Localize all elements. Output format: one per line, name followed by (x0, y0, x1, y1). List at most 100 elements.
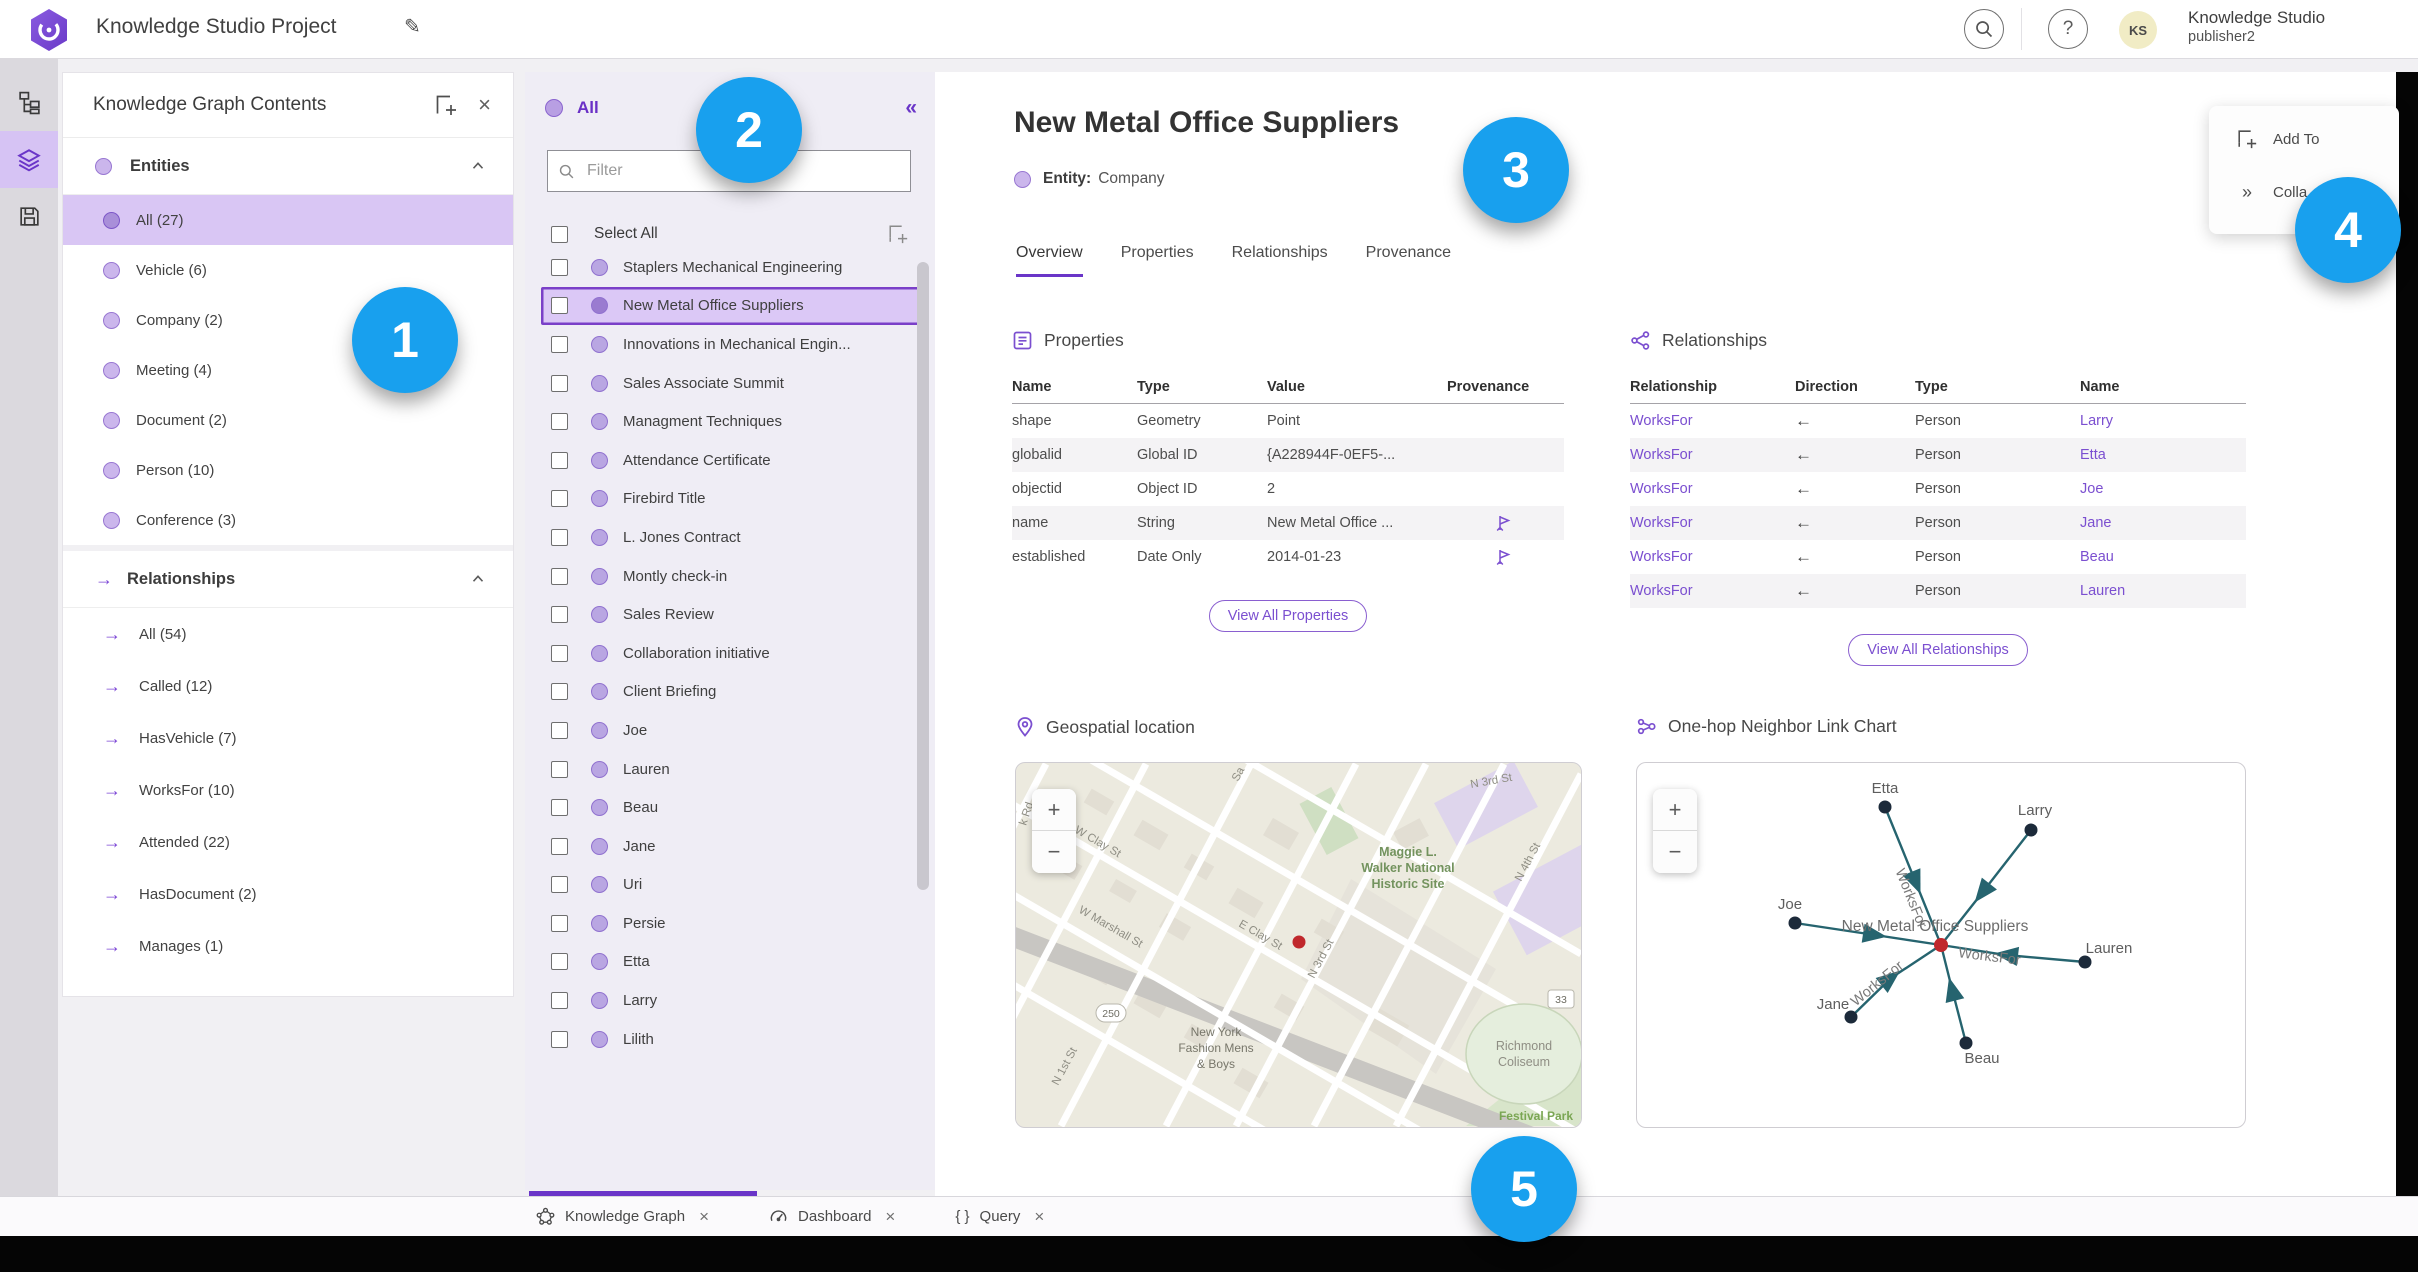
item-checkbox[interactable] (551, 914, 568, 932)
item-checkbox[interactable] (551, 1030, 568, 1048)
list-item[interactable]: Lauren (525, 750, 935, 789)
relationships-item-manages[interactable]: → Manages (1) (63, 920, 513, 972)
list-item[interactable]: Beau (525, 788, 935, 827)
item-checkbox[interactable] (551, 683, 568, 701)
relationships-item-hasdocument[interactable]: → HasDocument (2) (63, 868, 513, 920)
collapse-panel-icon[interactable]: « (905, 96, 917, 120)
close-tab-icon[interactable]: × (699, 1207, 709, 1227)
tab-overview[interactable]: Overview (1016, 244, 1083, 277)
chevron-up-icon[interactable] (469, 570, 487, 588)
relationships-item-hasvehicle[interactable]: → HasVehicle (7) (63, 712, 513, 764)
node-joe[interactable] (1788, 916, 1802, 930)
entity-link[interactable]: Joe (2080, 481, 2246, 497)
entity-link[interactable]: Lauren (2080, 583, 2246, 599)
tab-query[interactable]: { } Query × (955, 1207, 1044, 1227)
account-info[interactable]: Knowledge Studio publisher2 (2188, 7, 2325, 46)
tab-knowledge-graph[interactable]: Knowledge Graph × (536, 1207, 709, 1227)
list-item[interactable]: Uri (525, 866, 935, 905)
entity-link[interactable]: Jane (2080, 515, 2246, 531)
entity-link[interactable]: Etta (2080, 447, 2246, 463)
provenance-flag-icon[interactable] (1447, 514, 1564, 532)
entities-section-header[interactable]: Entities (63, 138, 513, 195)
list-item[interactable]: Lilith (525, 1020, 935, 1059)
tab-provenance[interactable]: Provenance (1366, 244, 1451, 277)
list-item[interactable]: Persie (525, 904, 935, 943)
relationships-item-worksfor[interactable]: → WorksFor (10) (63, 764, 513, 816)
item-checkbox[interactable] (551, 760, 568, 778)
item-checkbox[interactable] (551, 335, 568, 353)
relationships-item-called[interactable]: → Called (12) (63, 660, 513, 712)
relationships-item-all[interactable]: → All (54) (63, 608, 513, 660)
list-item-selected[interactable]: New Metal Office Suppliers (541, 286, 923, 326)
close-tab-icon[interactable]: × (885, 1207, 895, 1227)
relationship-link[interactable]: WorksFor (1630, 583, 1795, 599)
zoom-out-button[interactable]: − (1032, 831, 1076, 873)
node-beau[interactable] (1959, 1036, 1973, 1050)
relationship-link[interactable]: WorksFor (1630, 515, 1795, 531)
zoom-out-button[interactable]: − (1653, 831, 1697, 873)
search-button[interactable] (1964, 9, 2004, 49)
zoom-in-button[interactable]: + (1032, 789, 1076, 831)
list-item[interactable]: L. Jones Contract (525, 518, 935, 557)
relationship-link[interactable]: WorksFor (1630, 413, 1795, 429)
list-scrollbar[interactable] (917, 262, 929, 890)
list-item[interactable]: Innovations in Mechanical Engin... (525, 325, 935, 364)
save-button[interactable] (0, 188, 58, 245)
geospatial-map[interactable]: k Rd Sa W Clay St N 3rd St N 4th St W Ma… (1015, 762, 1582, 1128)
entity-link[interactable]: Beau (2080, 549, 2246, 565)
item-checkbox[interactable] (551, 606, 568, 624)
item-checkbox[interactable] (551, 799, 568, 817)
add-to-new-button[interactable] (434, 93, 458, 117)
item-checkbox[interactable] (551, 297, 568, 315)
node-center[interactable] (1934, 938, 1948, 952)
link-chart[interactable]: Etta Larry Joe Lauren Jane Beau New Meta… (1636, 762, 2246, 1128)
chevron-up-icon[interactable] (469, 157, 487, 175)
list-item[interactable]: Montly check-in (525, 557, 935, 596)
list-item[interactable]: Larry (525, 981, 935, 1020)
tab-relationships[interactable]: Relationships (1232, 244, 1328, 277)
entities-item-conference[interactable]: Conference (3) (63, 495, 513, 545)
entity-link[interactable]: Larry (2080, 413, 2246, 429)
contents-button[interactable] (0, 131, 58, 188)
relationship-link[interactable]: WorksFor (1630, 447, 1795, 463)
item-checkbox[interactable] (551, 837, 568, 855)
relationships-section-header[interactable]: → Relationships (63, 551, 513, 608)
select-all-checkbox[interactable] (551, 225, 568, 243)
list-item[interactable]: Etta (525, 943, 935, 982)
item-checkbox[interactable] (551, 258, 568, 276)
view-all-properties-button[interactable]: View All Properties (1208, 600, 1368, 632)
item-checkbox[interactable] (551, 413, 568, 431)
list-item[interactable]: Sales Associate Summit (525, 364, 935, 403)
list-item[interactable]: Attendance Certificate (525, 441, 935, 480)
node-etta[interactable] (1878, 800, 1892, 814)
relationship-link[interactable]: WorksFor (1630, 481, 1795, 497)
avatar[interactable]: KS (2119, 11, 2157, 49)
relationships-item-attended[interactable]: → Attended (22) (63, 816, 513, 868)
item-checkbox[interactable] (551, 876, 568, 894)
relationship-link[interactable]: WorksFor (1630, 549, 1795, 565)
list-item[interactable]: Client Briefing (525, 673, 935, 712)
close-tab-icon[interactable]: × (1034, 1207, 1044, 1227)
entities-item-all[interactable]: All (27) (63, 195, 513, 245)
view-all-relationships-button[interactable]: View All Relationships (1848, 634, 2028, 666)
item-checkbox[interactable] (551, 490, 568, 508)
add-selection-icon[interactable] (887, 223, 909, 245)
data-model-button[interactable] (0, 74, 58, 131)
list-item[interactable]: Jane (525, 827, 935, 866)
item-checkbox[interactable] (551, 721, 568, 739)
edit-title-icon[interactable]: ✎ (404, 14, 421, 39)
item-checkbox[interactable] (551, 644, 568, 662)
entities-item-person[interactable]: Person (10) (63, 445, 513, 495)
list-item[interactable]: Firebird Title (525, 480, 935, 519)
item-checkbox[interactable] (551, 451, 568, 469)
tab-properties[interactable]: Properties (1121, 244, 1194, 277)
list-item[interactable]: Staplers Mechanical Engineering (525, 248, 935, 287)
item-checkbox[interactable] (551, 528, 568, 546)
list-item[interactable]: Managment Techniques (525, 402, 935, 441)
entities-item-vehicle[interactable]: Vehicle (6) (63, 245, 513, 295)
list-item[interactable]: Joe (525, 711, 935, 750)
item-checkbox[interactable] (551, 992, 568, 1010)
close-panel-button[interactable]: × (478, 94, 491, 116)
add-to-menu-item[interactable]: Add To (2235, 128, 2399, 150)
entities-item-document[interactable]: Document (2) (63, 395, 513, 445)
